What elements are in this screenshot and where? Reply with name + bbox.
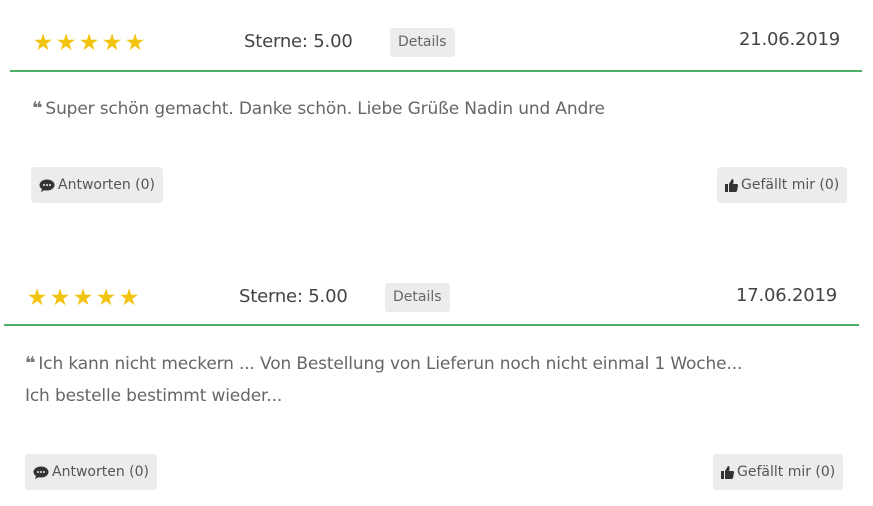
star-icon: ★ xyxy=(78,30,100,56)
like-button[interactable]: Gefällt mir (0) xyxy=(717,167,848,203)
stars-score: Sterne: 5.00 xyxy=(239,286,348,307)
reply-button[interactable]: Antworten (0) xyxy=(31,167,163,203)
star-rating: ★ ★ ★ ★ ★ xyxy=(26,285,140,311)
reply-label: Antworten (0) xyxy=(52,464,149,480)
star-rating: ★ ★ ★ ★ ★ xyxy=(32,30,146,56)
quote-icon: ❝ xyxy=(32,98,43,119)
divider xyxy=(4,324,859,326)
review-text-line: Ich bestelle bestimmt wieder... xyxy=(25,386,283,406)
details-button[interactable]: Details xyxy=(390,28,455,57)
reply-label: Antworten (0) xyxy=(58,177,155,193)
star-icon: ★ xyxy=(72,285,94,311)
star-icon: ★ xyxy=(55,30,77,56)
divider xyxy=(10,70,862,72)
review-text: ❝ Ich kann nicht meckern ... Von Bestellu… xyxy=(25,348,742,412)
star-icon: ★ xyxy=(95,285,117,311)
speech-bubble-icon xyxy=(39,179,55,192)
thumbs-up-icon xyxy=(725,178,738,192)
quote-icon: ❝ xyxy=(25,353,36,374)
speech-bubble-icon xyxy=(33,466,49,479)
review-header: ★ ★ ★ ★ ★ Sterne: 5.00 Details 17.06.201… xyxy=(0,255,873,327)
reviews-list: ★ ★ ★ ★ ★ Sterne: 5.00 Details 21.06.201… xyxy=(0,0,873,506)
details-button[interactable]: Details xyxy=(385,283,450,312)
review-date: 21.06.2019 xyxy=(739,29,841,50)
star-icon: ★ xyxy=(118,285,140,311)
star-icon: ★ xyxy=(49,285,71,311)
stars-score: Sterne: 5.00 xyxy=(244,31,353,52)
review-date: 17.06.2019 xyxy=(736,285,838,306)
review-text-line: Ich kann nicht meckern ... Von Bestellun… xyxy=(38,354,743,374)
reply-button[interactable]: Antworten (0) xyxy=(25,454,157,490)
like-button[interactable]: Gefällt mir (0) xyxy=(713,454,844,490)
review-header: ★ ★ ★ ★ ★ Sterne: 5.00 Details 21.06.201… xyxy=(0,0,873,72)
like-label: Gefällt mir (0) xyxy=(737,464,836,480)
star-icon: ★ xyxy=(124,30,146,56)
like-label: Gefällt mir (0) xyxy=(741,177,840,193)
star-icon: ★ xyxy=(26,285,48,311)
review-text-line: Super schön gemacht. Danke schön. Liebe … xyxy=(45,99,605,119)
star-icon: ★ xyxy=(101,30,123,56)
star-icon: ★ xyxy=(32,30,54,56)
review-text: ❝ Super schön gemacht. Danke schön. Liebe… xyxy=(32,93,605,125)
thumbs-up-icon xyxy=(721,465,734,479)
